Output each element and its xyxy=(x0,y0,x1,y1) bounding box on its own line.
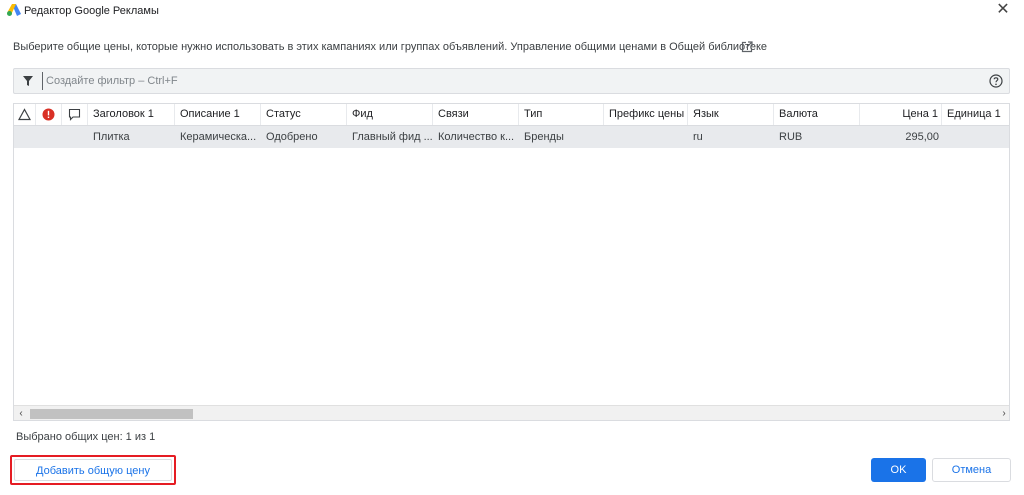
column-header-unit1[interactable]: Единица 1 xyxy=(942,104,1009,125)
cell-feed[interactable]: Главный фид ... xyxy=(347,126,433,148)
cell-language[interactable]: ru xyxy=(688,126,774,148)
scroll-right-icon[interactable]: › xyxy=(999,408,1009,420)
close-icon[interactable]: ✕ xyxy=(994,1,1012,19)
selection-count: Выбрано общих цен: 1 из 1 xyxy=(16,431,156,443)
cell-unit1[interactable] xyxy=(942,126,1009,148)
column-header-description1[interactable]: Описание 1 xyxy=(175,104,261,125)
cell-headline1[interactable]: Плитка xyxy=(88,126,175,148)
add-shared-price-button[interactable]: Добавить общую цену xyxy=(10,455,176,485)
cell-description1[interactable]: Керамическа... xyxy=(175,126,261,148)
window-title: Редактор Google Рекламы xyxy=(24,5,159,17)
external-link-icon[interactable] xyxy=(741,41,753,53)
warning-triangle-icon xyxy=(18,108,31,121)
column-header-type[interactable]: Тип xyxy=(519,104,604,125)
column-header-price-prefix[interactable]: Префикс цены xyxy=(604,104,688,125)
title-bar: Редактор Google Рекламы ✕ xyxy=(0,0,1024,22)
column-header-headline1[interactable]: Заголовок 1 xyxy=(88,104,175,125)
cell-currency[interactable]: RUB xyxy=(774,126,860,148)
cell-status[interactable]: Одобрено xyxy=(261,126,347,148)
horizontal-scrollbar[interactable]: ‹ › xyxy=(14,405,1009,420)
grid-header: Заголовок 1 Описание 1 Статус Фид Связи … xyxy=(14,104,1009,126)
shared-prices-grid: Заголовок 1 Описание 1 Статус Фид Связи … xyxy=(13,103,1010,421)
cell-price-prefix[interactable] xyxy=(604,126,688,148)
cell-links[interactable]: Количество к... xyxy=(433,126,519,148)
header-warning-cell[interactable] xyxy=(14,104,36,125)
column-header-price1[interactable]: Цена 1 xyxy=(860,104,942,125)
help-circle-icon[interactable] xyxy=(989,74,1003,88)
comment-icon xyxy=(68,108,81,121)
funnel-icon[interactable] xyxy=(22,75,34,87)
filter-bar xyxy=(13,68,1010,94)
ok-button[interactable]: OK xyxy=(871,458,926,482)
column-header-language[interactable]: Язык xyxy=(688,104,774,125)
filter-input[interactable] xyxy=(42,72,942,90)
table-row[interactable]: Плитка Керамическа... Одобрено Главный ф… xyxy=(14,126,1009,148)
cell-type[interactable]: Бренды xyxy=(519,126,604,148)
cell-price1[interactable]: 295,00 xyxy=(860,126,942,148)
column-header-feed[interactable]: Фид xyxy=(347,104,433,125)
google-ads-logo-icon xyxy=(7,4,21,16)
intro-text: Выберите общие цены, которые нужно испол… xyxy=(13,41,767,53)
add-shared-price-label: Добавить общую цену xyxy=(14,459,172,481)
column-header-status[interactable]: Статус xyxy=(261,104,347,125)
header-comment-cell[interactable] xyxy=(62,104,88,125)
cancel-button[interactable]: Отмена xyxy=(932,458,1011,482)
header-error-cell[interactable] xyxy=(36,104,62,125)
error-circle-icon xyxy=(42,108,55,121)
column-header-currency[interactable]: Валюта xyxy=(774,104,860,125)
column-header-links[interactable]: Связи xyxy=(433,104,519,125)
scroll-left-icon[interactable]: ‹ xyxy=(16,408,26,420)
scrollbar-thumb[interactable] xyxy=(30,409,193,419)
